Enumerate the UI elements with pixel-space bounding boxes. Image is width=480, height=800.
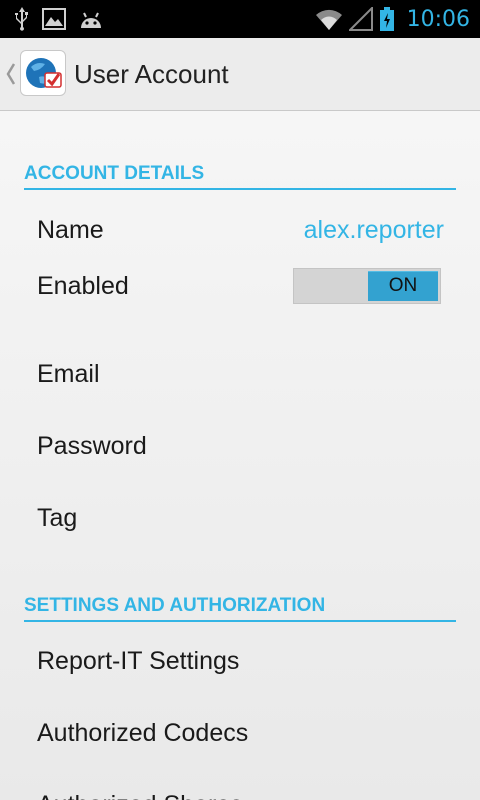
status-clock: 10:06	[406, 6, 470, 32]
email-label: Email	[37, 360, 100, 388]
enabled-toggle-thumb: ON	[368, 271, 438, 301]
section-header-settings-authorization: SETTINGS AND AUTHORIZATION	[24, 592, 456, 622]
authorized-codecs-label: Authorized Codecs	[37, 719, 249, 747]
system-icons: 10:06	[315, 0, 470, 38]
authorized-shares-row[interactable]: Authorized Shares	[0, 777, 480, 800]
tag-row[interactable]: Tag	[0, 490, 480, 546]
wifi-icon	[315, 7, 343, 31]
android-icon	[78, 9, 104, 29]
name-label: Name	[37, 216, 104, 244]
app-logo-icon[interactable]	[20, 50, 66, 96]
up-navigation-icon[interactable]	[5, 62, 17, 86]
authorized-shares-label: Authorized Shares	[37, 777, 243, 800]
settings-list: ACCOUNT DETAILS Name alex.reporter Enabl…	[0, 111, 480, 800]
password-row[interactable]: Password	[0, 418, 480, 474]
name-value: alex.reporter	[303, 216, 444, 244]
name-row[interactable]: Name alex.reporter	[0, 202, 480, 258]
signal-icon	[348, 7, 373, 31]
status-bar: 10:06	[0, 0, 480, 38]
report-it-settings-row[interactable]: Report-IT Settings	[0, 633, 480, 689]
enabled-row[interactable]: Enabled ON	[0, 258, 480, 314]
battery-icon	[379, 6, 395, 32]
action-bar: User Account	[0, 38, 480, 111]
password-label: Password	[37, 432, 147, 460]
enabled-toggle[interactable]: ON	[293, 268, 441, 304]
authorized-codecs-row[interactable]: Authorized Codecs	[0, 705, 480, 761]
usb-icon	[14, 6, 30, 32]
enabled-label: Enabled	[37, 272, 129, 300]
image-icon	[42, 8, 66, 30]
page-title: User Account	[74, 59, 229, 89]
email-row[interactable]: Email	[0, 346, 480, 402]
report-it-settings-label: Report-IT Settings	[37, 647, 240, 675]
section-header-account-details: ACCOUNT DETAILS	[24, 160, 456, 190]
notification-icons	[14, 6, 104, 32]
tag-label: Tag	[37, 504, 78, 532]
